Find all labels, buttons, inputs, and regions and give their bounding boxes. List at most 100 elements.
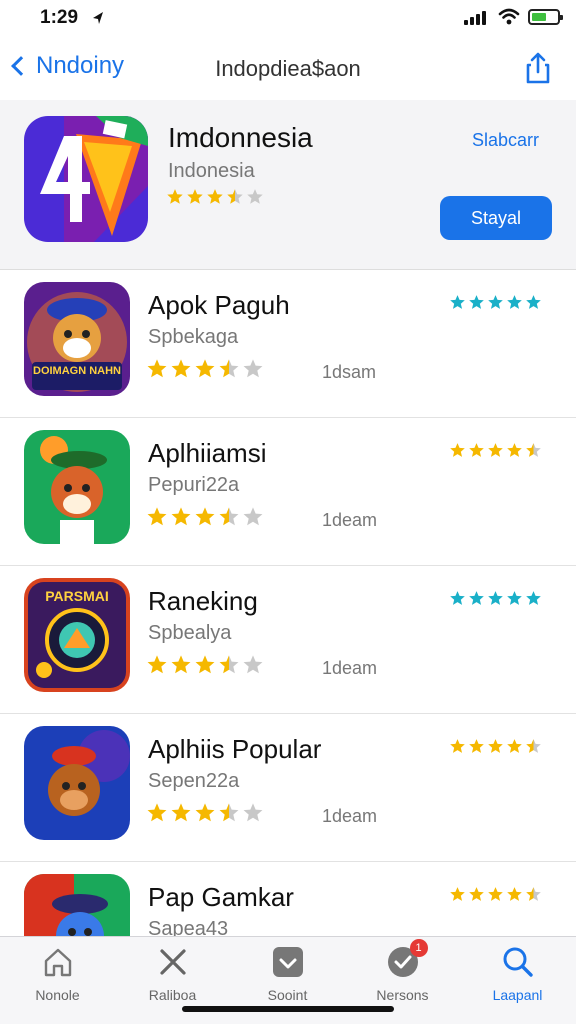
app-subtitle: Pepuri22a [148,474,240,496]
app-rating [449,590,544,608]
parsmai-icon: PARSMAI [24,578,130,692]
app-stars [146,506,266,528]
star-icon [507,443,522,458]
check-icon: 1 [386,939,428,979]
app-subtitle: Sepen22a [148,770,240,792]
star-icon [526,295,541,310]
app-rating [449,442,544,460]
page-title: Indopdiea$aon [215,56,361,81]
app-name: Pap Gamkar [148,882,294,912]
icon-text: DOIMAGN NAHN [33,365,121,377]
star-icon [526,443,541,458]
star-icon [450,443,465,458]
star-icon [171,803,191,822]
star-icon [147,359,167,378]
star-icon [488,443,503,458]
star-icon [243,803,263,822]
featured-app[interactable]: Imdonnesia Indonesia Slabcarr Stayal [0,100,576,270]
star-icon [469,887,484,902]
list-item[interactable]: DOIMAGN NAHN Apok Paguh Spbekaga 1dsam [0,270,576,418]
signal-icon [464,11,490,25]
star-icon [171,359,191,378]
app-stars [146,802,266,824]
star-icon [488,591,503,606]
home-icon [41,945,75,979]
app-name: Apok Paguh [148,290,290,320]
star-icon [147,507,167,526]
list-item[interactable]: Aplhiis Popular Sepen22a 1deam [0,714,576,862]
navigation-bar: Nndoiny Indopdiea$aon [0,40,576,98]
tab-label: Nersons [376,987,429,1003]
star-icon [195,507,215,526]
tab-search[interactable]: Laapanl [460,945,575,1003]
app-rating [449,294,544,312]
app-name: Raneking [148,586,258,616]
star-icon [488,739,503,754]
star-icon [450,887,465,902]
star-icon [167,189,183,204]
star-icon [171,655,191,674]
star-icon [195,803,215,822]
star-icon [227,189,243,204]
star-icon [243,655,263,674]
star-icon [219,803,239,822]
tab-nersons[interactable]: 1 Nersons [345,939,460,1003]
star-icon [469,295,484,310]
star-icon [243,359,263,378]
tab-raliboa[interactable]: Raliboa [115,945,230,1003]
star-icon [488,887,503,902]
review-count: 1deam [322,806,378,826]
app-rating [449,886,544,904]
tab-home[interactable]: Nonole [0,945,115,1003]
status-time: 1:29 [40,7,79,28]
app-name: Aplhiis Popular [148,734,322,764]
featured-app-link[interactable]: Slabcarr [472,130,539,151]
star-icon [219,359,239,378]
app-list: DOIMAGN NAHN Apok Paguh Spbekaga 1dsam A… [0,270,576,1010]
star-icon [507,295,522,310]
app-subtitle: Spbealya [148,622,232,644]
star-icon [147,803,167,822]
star-icon [507,739,522,754]
close-icon [156,945,190,979]
monkey-mascot-icon [24,726,130,840]
dog-mascot-icon: DOIMAGN NAHN [24,282,130,396]
star-icon [526,591,541,606]
star-icon [243,507,263,526]
app-stars [146,654,266,676]
star-icon [450,739,465,754]
featured-app-stars [166,188,266,206]
star-icon [450,295,465,310]
review-count: 1deam [322,510,378,530]
wifi-icon [498,8,520,25]
search-icon [501,945,535,979]
notification-badge: 1 [409,939,428,957]
star-icon [195,655,215,674]
review-count: 1deam [322,658,378,678]
star-icon [247,189,263,204]
star-icon [219,655,239,674]
abstract-4-logo-icon [24,116,148,242]
star-icon [488,295,503,310]
review-count: 1dsam [322,362,377,382]
list-item[interactable]: PARSMAI Raneking Spbealya 1deam [0,566,576,714]
app-subtitle: Spbekaga [148,326,239,348]
star-icon [147,655,167,674]
featured-app-title: Imdonnesia [168,122,313,153]
get-button[interactable]: Stayal [440,196,552,240]
icon-text: PARSMAI [45,588,109,604]
star-icon [469,739,484,754]
tab-sooint[interactable]: Sooint [230,945,345,1003]
app-name: Aplhiiamsi [148,438,267,468]
star-icon [219,507,239,526]
list-item[interactable]: Aplhiiamsi Pepuri22a 1deam [0,418,576,566]
star-icon [507,887,522,902]
status-bar: 1:29 [0,0,576,40]
tab-label: Nonole [35,987,80,1003]
location-arrow-icon [93,12,103,24]
app-stars [146,358,266,380]
share-icon[interactable] [520,50,556,86]
download-icon [271,945,305,979]
featured-app-subtitle: Indonesia [168,160,255,182]
star-icon [526,739,541,754]
